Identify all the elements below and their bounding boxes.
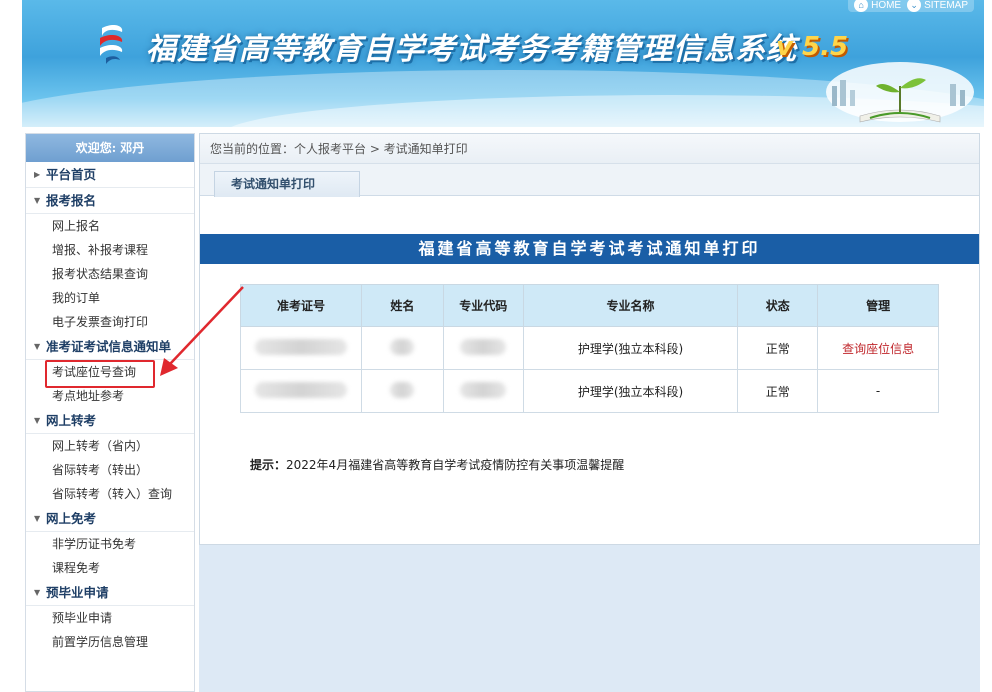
chevron-down-icon: ⌄ <box>907 0 922 12</box>
caret-right-icon: ▶ <box>34 169 41 179</box>
sidebar-section-label: 网上转考 <box>46 412 97 428</box>
cell-status: 正常 <box>737 369 819 413</box>
notice-label: 提示： <box>250 458 287 472</box>
top-links: ⌂ HOME ⌄ SITEMAP <box>848 0 974 12</box>
cell-status: 正常 <box>737 326 819 370</box>
home-icon: ⌂ <box>854 0 869 12</box>
banner-book-sprout-illustration <box>826 62 974 123</box>
column-header: 专业名称 <box>522 284 739 327</box>
sidebar: 欢迎您: 邓丹 ▶ 平台首页 ▼ 报考报名 网上报名 增报、补报考课程 报考状态… <box>25 133 195 692</box>
cell-manage: - <box>817 369 939 413</box>
redacted-text <box>460 381 507 398</box>
home-link-label: HOME <box>871 0 902 11</box>
header-banner: 福建省高等教育自学考试考务考籍管理信息系统 v 5.5 ⌂ HOME ⌄ SIT… <box>22 0 984 127</box>
sidebar-item-transfer-in-province[interactable]: 网上转考（省内） <box>26 434 194 458</box>
sidebar-section-admission-notice[interactable]: ▼ 准考证考试信息通知单 <box>26 334 194 360</box>
sitemap-link-label: SITEMAP <box>924 0 968 11</box>
page-title: 福建省高等教育自学考试考试通知单打印 <box>200 234 979 264</box>
sitemap-link[interactable]: ⌄ SITEMAP <box>907 0 968 12</box>
welcome-message: 欢迎您: 邓丹 <box>26 134 194 162</box>
redacted-text <box>254 381 347 398</box>
caret-down-icon: ▼ <box>34 341 41 351</box>
column-header: 姓名 <box>360 284 444 327</box>
sidebar-item-prior-education[interactable]: 前置学历信息管理 <box>26 630 194 654</box>
caret-down-icon: ▼ <box>34 587 41 597</box>
notice-message: 提示：2022年4月福建省高等教育自学考试疫情防控有关事项温馨提醒 <box>250 456 624 473</box>
column-header: 准考证号 <box>240 284 362 327</box>
cell-admission-number-redacted <box>240 369 362 413</box>
table-row: 护理学(独立本科段) 正常 查询座位信息 <box>240 326 939 370</box>
cell-major-code-redacted <box>442 326 524 370</box>
sidebar-item-e-invoice[interactable]: 电子发票查询打印 <box>26 310 194 334</box>
sidebar-section-transfer[interactable]: ▼ 网上转考 <box>26 408 194 434</box>
sidebar-section-label: 平台首页 <box>46 166 97 182</box>
sidebar-section-home[interactable]: ▶ 平台首页 <box>26 162 194 188</box>
tab-exam-notice-print[interactable]: 考试通知单打印 <box>214 171 360 197</box>
column-header: 状态 <box>737 284 819 327</box>
sidebar-section-pre-graduation[interactable]: ▼ 预毕业申请 <box>26 580 194 606</box>
column-header: 管理 <box>817 284 939 327</box>
sidebar-item-transfer-out[interactable]: 省际转考（转出） <box>26 458 194 482</box>
sidebar-section-label: 准考证考试信息通知单 <box>46 338 172 354</box>
sidebar-item-course-exemption[interactable]: 课程免考 <box>26 556 194 580</box>
redacted-text <box>390 338 415 355</box>
sidebar-item-my-orders[interactable]: 我的订单 <box>26 286 194 310</box>
breadcrumb: 您当前的位置：个人报考平台 > 考试通知单打印 <box>200 134 979 164</box>
caret-down-icon: ▼ <box>34 415 41 425</box>
caret-down-icon: ▼ <box>34 195 41 205</box>
sidebar-section-label: 网上免考 <box>46 510 97 526</box>
sidebar-section-registration[interactable]: ▼ 报考报名 <box>26 188 194 214</box>
notice-link[interactable]: 2022年4月福建省高等教育自学考试疫情防控有关事项温馨提醒 <box>286 458 624 472</box>
table-row: 护理学(独立本科段) 正常 - <box>240 369 939 413</box>
redacted-text <box>390 381 415 398</box>
tab-bar: 考试通知单打印 <box>200 164 979 197</box>
sidebar-item-certificate-exemption[interactable]: 非学历证书免考 <box>26 532 194 556</box>
sidebar-item-seat-number-query[interactable]: 考试座位号查询 <box>26 360 194 388</box>
query-seat-info-link[interactable]: 查询座位信息 <box>842 342 914 356</box>
exam-notice-table: 准考证号 姓名 专业代码 专业名称 状态 管理 护理学(独立本科段) 正常 查询… <box>240 284 939 413</box>
sidebar-section-label: 报考报名 <box>46 192 97 208</box>
content-background <box>199 545 980 692</box>
cell-major-code-redacted <box>442 369 524 413</box>
home-link[interactable]: ⌂ HOME <box>854 0 901 12</box>
cell-manage: 查询座位信息 <box>817 326 939 370</box>
system-logo-icon <box>100 25 123 64</box>
sidebar-item-transfer-in-query[interactable]: 省际转考（转入）查询 <box>26 482 194 506</box>
caret-down-icon: ▼ <box>34 513 41 523</box>
cell-major-name: 护理学(独立本科段) <box>522 326 739 370</box>
sidebar-section-exemption[interactable]: ▼ 网上免考 <box>26 506 194 532</box>
cell-name-redacted <box>360 369 444 413</box>
sidebar-section-label: 预毕业申请 <box>46 584 109 600</box>
redacted-text <box>254 338 347 355</box>
main-content: 您当前的位置：个人报考平台 > 考试通知单打印 考试通知单打印 福建省高等教育自… <box>199 133 980 545</box>
table-header-row: 准考证号 姓名 专业代码 专业名称 状态 管理 <box>240 284 939 327</box>
sidebar-item-online-registration[interactable]: 网上报名 <box>26 214 194 238</box>
column-header: 专业代码 <box>442 284 524 327</box>
cell-name-redacted <box>360 326 444 370</box>
sidebar-item-registration-status[interactable]: 报考状态结果查询 <box>26 262 194 286</box>
system-title: 福建省高等教育自学考试考务考籍管理信息系统 <box>146 32 797 67</box>
redacted-text <box>460 338 507 355</box>
cell-admission-number-redacted <box>240 326 362 370</box>
sidebar-item-pre-graduation-apply[interactable]: 预毕业申请 <box>26 606 194 630</box>
cell-major-name: 护理学(独立本科段) <box>522 369 739 413</box>
sidebar-item-add-courses[interactable]: 增报、补报考课程 <box>26 238 194 262</box>
